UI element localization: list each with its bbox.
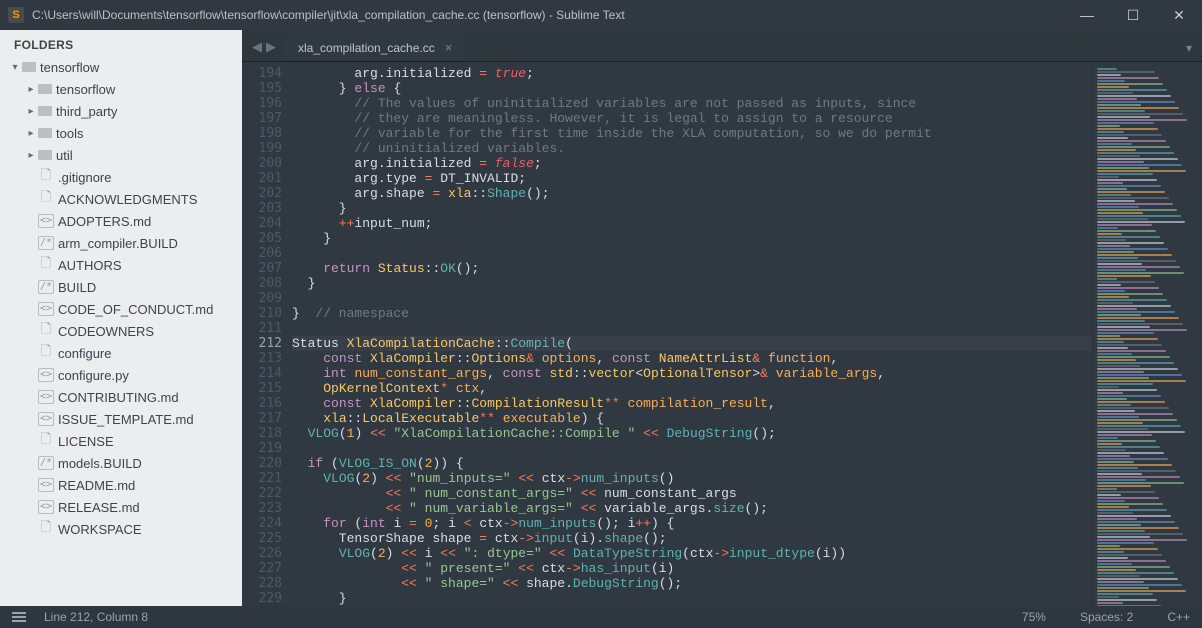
menu-icon[interactable] [12, 612, 26, 622]
tree-file[interactable]: <>ADOPTERS.md [0, 210, 242, 232]
app-logo-icon: S [8, 7, 24, 23]
tree-file[interactable]: 🗋configure [0, 342, 242, 364]
tab-close-icon[interactable]: × [445, 40, 453, 55]
tree-file[interactable]: /*models.BUILD [0, 452, 242, 474]
close-button[interactable]: ✕ [1156, 0, 1202, 30]
tree-file[interactable]: /*arm_compiler.BUILD [0, 232, 242, 254]
tree-file[interactable]: 🗋CODEOWNERS [0, 320, 242, 342]
tab-label: xla_compilation_cache.cc [298, 41, 435, 55]
minimize-button[interactable]: — [1064, 0, 1110, 30]
sidebar: FOLDERS ▾tensorflow▸tensorflow▸third_par… [0, 30, 242, 606]
tree-file[interactable]: <>CODE_OF_CONDUCT.md [0, 298, 242, 320]
tree-file[interactable]: <>README.md [0, 474, 242, 496]
tree-folder[interactable]: ▸tensorflow [0, 78, 242, 100]
nav-forward-icon[interactable]: ▶ [266, 39, 276, 55]
tree-folder[interactable]: ▸tools [0, 122, 242, 144]
status-lang[interactable]: C++ [1167, 610, 1190, 624]
folder-tree[interactable]: ▾tensorflow▸tensorflow▸third_party▸tools… [0, 56, 242, 540]
line-gutter[interactable]: 1941951961971981992002012022032042052062… [242, 62, 292, 606]
window-title: C:\Users\will\Documents\tensorflow\tenso… [32, 8, 625, 22]
status-bar: Line 212, Column 8 75% Spaces: 2 C++ [0, 606, 1202, 628]
tree-folder[interactable]: ▸third_party [0, 100, 242, 122]
tab-bar: ◀ ▶ xla_compilation_cache.cc × ▾ [242, 30, 1202, 62]
tree-file[interactable]: /*BUILD [0, 276, 242, 298]
tree-root[interactable]: ▾tensorflow [0, 56, 242, 78]
status-indent[interactable]: Spaces: 2 [1080, 610, 1133, 624]
tree-file[interactable]: <>ISSUE_TEMPLATE.md [0, 408, 242, 430]
tree-folder[interactable]: ▸util [0, 144, 242, 166]
tree-file[interactable]: 🗋WORKSPACE [0, 518, 242, 540]
maximize-button[interactable]: ☐ [1110, 0, 1156, 30]
tab-active[interactable]: xla_compilation_cache.cc × [284, 34, 464, 61]
code-editor[interactable]: arg.initialized = true; } else { // The … [292, 62, 1092, 606]
nav-back-icon[interactable]: ◀ [252, 39, 262, 55]
minimap[interactable] [1092, 62, 1202, 606]
tree-file[interactable]: <>CONTRIBUTING.md [0, 386, 242, 408]
sidebar-heading: FOLDERS [0, 30, 242, 56]
tree-file[interactable]: 🗋ACKNOWLEDGMENTS [0, 188, 242, 210]
tree-file[interactable]: 🗋LICENSE [0, 430, 242, 452]
title-bar: S C:\Users\will\Documents\tensorflow\ten… [0, 0, 1202, 30]
status-position[interactable]: Line 212, Column 8 [44, 610, 148, 624]
tree-file[interactable]: 🗋.gitignore [0, 166, 242, 188]
tree-file[interactable]: <>RELEASE.md [0, 496, 242, 518]
tree-file[interactable]: 🗋AUTHORS [0, 254, 242, 276]
status-zoom[interactable]: 75% [1022, 610, 1046, 624]
tab-overflow-icon[interactable]: ▾ [1186, 41, 1192, 61]
tree-file[interactable]: <>configure.py [0, 364, 242, 386]
